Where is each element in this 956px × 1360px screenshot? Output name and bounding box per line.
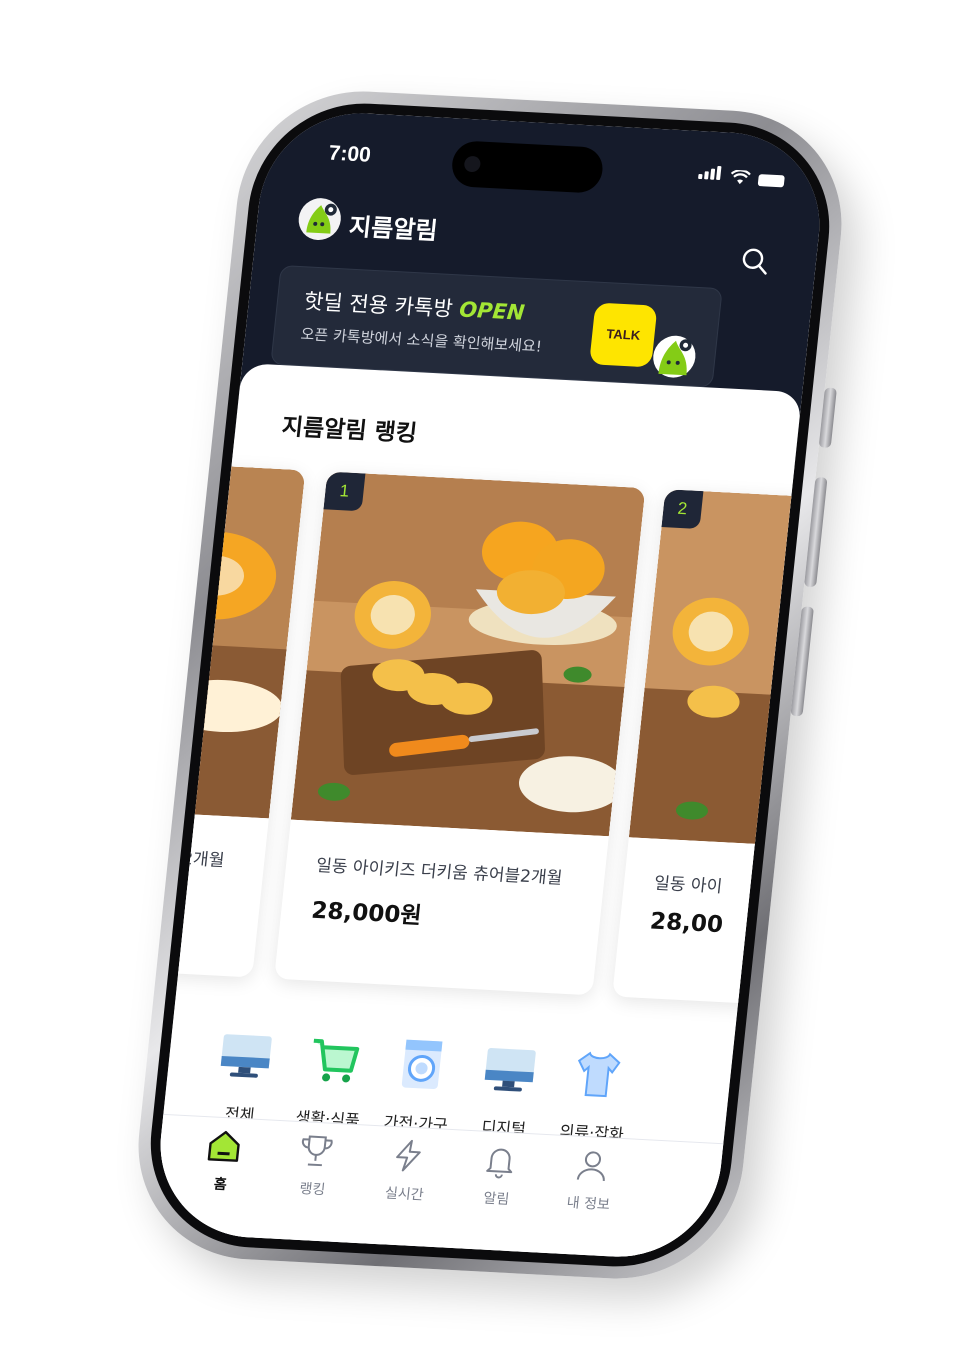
category-clothing[interactable]: 의류·잡화 xyxy=(545,1043,647,1145)
category-appliance-furniture[interactable]: 가전·가구 xyxy=(369,1034,471,1136)
lightning-icon xyxy=(396,1139,421,1172)
banner-title: 핫딜 전용 카톡방 OPEN xyxy=(303,285,527,326)
monitor-icon xyxy=(220,1034,272,1078)
rank-badge: 2 xyxy=(661,489,704,529)
camera-icon xyxy=(463,155,482,173)
product-card-rank-1[interactable]: 1 일동 아이키즈 더키움 츄어블2개월 28,000원 xyxy=(274,471,646,996)
category-digital[interactable]: 디지털 xyxy=(457,1039,559,1141)
ranking-title: 지름알림 랭킹 xyxy=(280,414,419,448)
tshirt-icon xyxy=(577,1051,621,1098)
wifi-icon xyxy=(730,169,751,185)
tab-label: 홈 xyxy=(212,1176,228,1194)
tab-ranking[interactable]: 랭킹 xyxy=(271,1131,358,1201)
product-price: 28,000원 xyxy=(310,897,423,930)
mascot-icon xyxy=(653,335,696,378)
tab-label: 랭킹 xyxy=(298,1181,326,1199)
bell-icon xyxy=(486,1148,513,1179)
kakao-talk-icon: TALK xyxy=(589,302,658,368)
status-time: 7:00 xyxy=(327,141,372,167)
banner-open-label: OPEN xyxy=(458,297,526,325)
product-image xyxy=(290,471,646,837)
tab-label: 실시간 xyxy=(384,1185,425,1204)
stage: 7:00 지름알림 핫딜 전용 카톡방 OPEN 오픈 카톡방에서 소식을 확인… xyxy=(0,0,956,1360)
product-name: 일동 아이키즈 더키움 츄어블2개월 xyxy=(315,855,564,889)
tab-label: 알림 xyxy=(482,1190,510,1208)
tab-notifications[interactable]: 알림 xyxy=(455,1141,542,1211)
category-living-food[interactable]: 생활·식품 xyxy=(281,1030,383,1132)
search-icon[interactable] xyxy=(738,245,771,276)
washing-machine-icon xyxy=(401,1039,443,1090)
product-price: 28,00 xyxy=(648,908,725,939)
tab-realtime[interactable]: 실시간 xyxy=(363,1136,450,1206)
tab-home[interactable]: 홈 xyxy=(179,1126,266,1196)
rank-badge: 1 xyxy=(323,471,366,512)
phone-screen: 7:00 지름알림 핫딜 전용 카톡방 OPEN 오픈 카톡방에서 소식을 확인… xyxy=(150,108,830,1262)
tab-my-info[interactable]: 내 정보 xyxy=(547,1145,634,1215)
product-image xyxy=(150,453,306,819)
banner-subtitle: 오픈 카톡방에서 소식을 확인해보세요! xyxy=(299,325,543,356)
tab-label: 내 정보 xyxy=(565,1195,611,1214)
phone-device: 7:00 지름알림 핫딜 전용 카톡방 OPEN 오픈 카톡방에서 소식을 확인… xyxy=(126,85,854,1285)
signal-icon xyxy=(698,164,724,184)
home-icon xyxy=(207,1130,240,1162)
status-icons xyxy=(698,164,786,188)
battery-icon xyxy=(757,174,785,188)
category-all[interactable]: 전체 xyxy=(193,1025,295,1127)
dynamic-island xyxy=(449,140,605,194)
banner-title-text: 핫딜 전용 카톡방 xyxy=(302,289,454,321)
app-title: 지름알림 xyxy=(347,212,439,246)
shopping-cart-icon xyxy=(313,1038,360,1083)
user-icon xyxy=(576,1151,605,1182)
product-name: 일동 아이 xyxy=(653,873,724,898)
monitor-icon xyxy=(484,1048,536,1092)
app-logo-icon xyxy=(298,198,341,240)
trophy-icon xyxy=(301,1135,333,1167)
